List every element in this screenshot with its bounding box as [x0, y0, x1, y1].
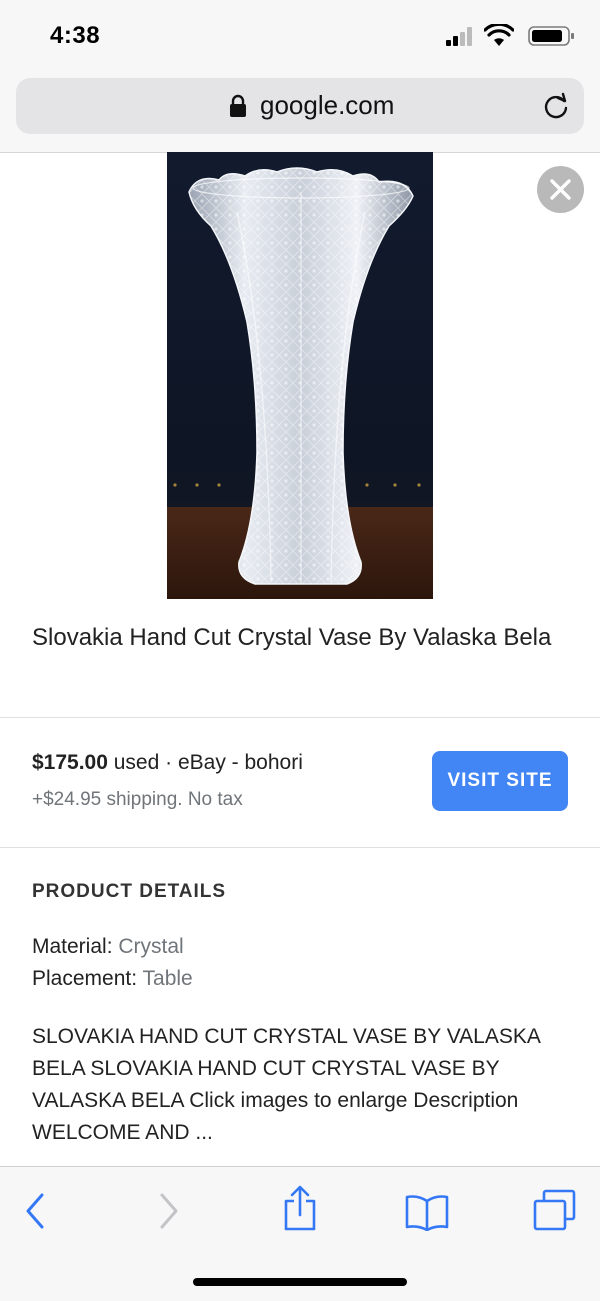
battery-icon — [528, 26, 574, 46]
detail-value: Crystal — [118, 935, 184, 958]
condition: used — [107, 751, 160, 774]
detail-value: Table — [142, 967, 193, 990]
product-description: SLOVAKIA HAND CUT CRYSTAL VASE BY VALASK… — [32, 1025, 540, 1144]
tabs-icon[interactable] — [532, 1189, 576, 1231]
status-bar: 4:38 — [0, 0, 600, 72]
price-line: $175.00 used · eBay - bohori — [32, 751, 303, 775]
share-icon[interactable] — [282, 1185, 318, 1231]
url-text: google.com — [260, 90, 395, 120]
product-title: Slovakia Hand Cut Crystal Vase By Valask… — [32, 624, 552, 651]
forward-icon[interactable] — [156, 1191, 182, 1231]
home-indicator[interactable] — [193, 1278, 407, 1286]
close-button[interactable] — [537, 166, 584, 213]
status-time: 4:38 — [50, 22, 101, 49]
product-image[interactable] — [167, 152, 433, 599]
crystal-vase-image — [167, 152, 433, 599]
status-icons — [436, 24, 576, 48]
visit-site-button[interactable]: VISIT SITE — [432, 751, 568, 811]
signal-icon — [446, 26, 472, 46]
reload-icon[interactable] — [542, 92, 570, 120]
detail-key: Material: — [32, 935, 113, 958]
seller: eBay - bohori — [177, 751, 303, 774]
wifi-icon — [484, 24, 514, 46]
detail-material: Material: Crystal — [32, 935, 184, 959]
product-details-heading: PRODUCT DETAILS — [32, 881, 227, 902]
close-icon — [550, 179, 571, 200]
detail-placement: Placement: Table — [32, 967, 193, 991]
shipping-info: +$24.95 shipping. No tax — [32, 789, 243, 810]
browser-address-area: google.com — [0, 72, 600, 153]
address-bar[interactable]: google.com — [16, 78, 584, 134]
back-icon[interactable] — [22, 1191, 48, 1231]
lock-icon — [230, 94, 246, 117]
divider — [0, 717, 600, 718]
divider — [0, 847, 600, 848]
detail-key: Placement: — [32, 967, 138, 990]
price: $175.00 — [32, 751, 108, 774]
separator: · — [159, 751, 178, 774]
bookmarks-icon[interactable] — [404, 1193, 450, 1231]
